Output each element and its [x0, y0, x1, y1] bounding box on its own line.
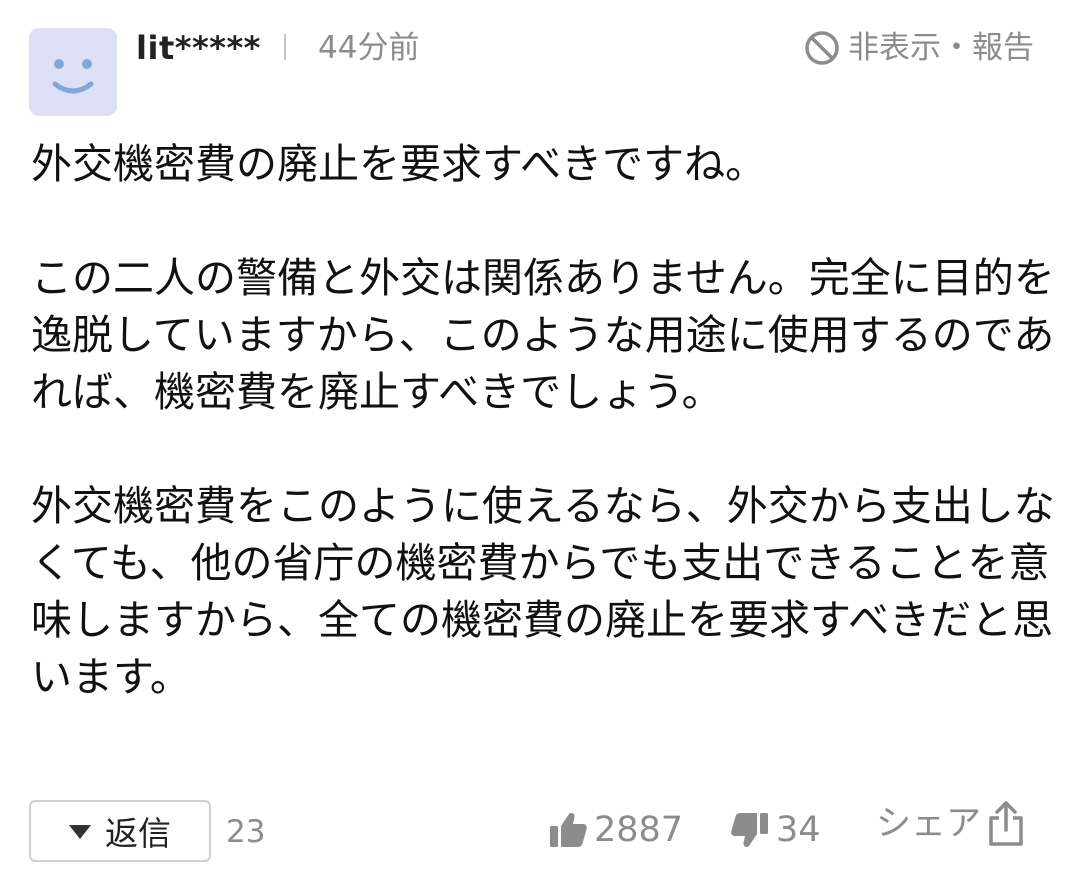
- user-name[interactable]: lit*****: [136, 26, 261, 70]
- reply-button[interactable]: 返信: [29, 800, 211, 862]
- share-icon: [989, 801, 1023, 846]
- thumbs-up-icon: [550, 813, 587, 847]
- comment-body: 外交機密費の廃止を要求すべきですね。 この二人の警備と外交は関係ありません。完全…: [31, 136, 1061, 706]
- avatar[interactable]: [29, 28, 117, 116]
- comment-card: lit***** 44分前 非表示・報告 外交機密費の廃止を要求すべきですね。 …: [0, 0, 1080, 880]
- hide-report-button[interactable]: 非表示・報告: [804, 26, 1034, 70]
- reply-label: 返信: [105, 814, 171, 853]
- hide-report-label: 非表示・報告: [848, 30, 1034, 66]
- share-label: シェア: [876, 804, 982, 844]
- comment-paragraph: 外交機密費をこのように使えるなら、外交から支出しなくても、他の省庁の機密費からで…: [31, 482, 1055, 701]
- post-time: 44分前: [318, 30, 420, 66]
- reply-count: 23: [226, 814, 266, 850]
- comment-paragraph: 外交機密費の廃止を要求すべきですね。: [31, 140, 767, 188]
- share-button[interactable]: シェア: [876, 800, 1025, 848]
- comment-paragraph: この二人の警備と外交は関係ありません。完全に目的を逸脱していますから、このような…: [31, 254, 1055, 416]
- like-button[interactable]: 2887: [548, 806, 683, 854]
- meta-separator: [284, 34, 286, 60]
- thumbs-down-icon: [731, 813, 768, 847]
- like-count: 2887: [594, 810, 684, 850]
- chevron-down-icon: [69, 825, 91, 839]
- smiley-face-icon: [52, 59, 94, 94]
- ban-icon: [805, 31, 839, 65]
- dislike-button[interactable]: 34: [730, 806, 821, 854]
- dislike-count: 34: [776, 810, 821, 850]
